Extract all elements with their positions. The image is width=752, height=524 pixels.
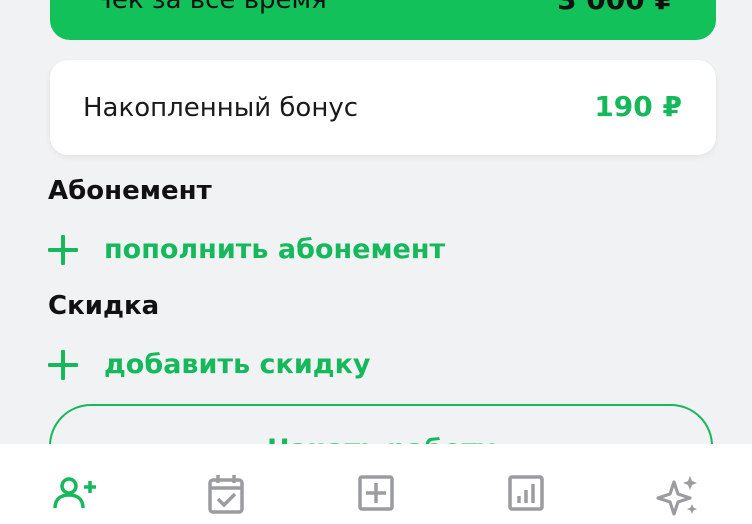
nav-item-extras[interactable] xyxy=(602,444,752,524)
nav-item-statistics[interactable] xyxy=(451,444,601,524)
nav-item-clients[interactable] xyxy=(0,444,150,524)
bonus-label: Накопленный бонус xyxy=(83,93,359,123)
discount-title: Скидка xyxy=(48,291,160,321)
add-subscription-button[interactable]: пополнить абонемент xyxy=(48,232,445,268)
bonus-value: 190 ₽ xyxy=(594,90,682,123)
summary-card-value: 3 000 ₽ xyxy=(557,0,674,16)
summary-card: Чек за всё время 3 000 ₽ xyxy=(50,0,716,40)
plus-icon xyxy=(48,235,78,265)
sparkles-icon xyxy=(656,476,697,516)
summary-card-label: Чек за всё время xyxy=(94,0,327,15)
nav-item-add[interactable] xyxy=(301,444,451,524)
bottom-navigation xyxy=(0,444,752,524)
add-discount-button[interactable]: добавить скидку xyxy=(48,347,371,383)
bonus-card: Накопленный бонус 190 ₽ xyxy=(50,60,716,155)
subscription-title: Абонемент xyxy=(48,176,212,206)
bar-chart-icon xyxy=(508,475,545,511)
add-user-icon xyxy=(53,477,97,509)
nav-item-calendar[interactable] xyxy=(150,444,300,524)
add-subscription-label: пополнить абонемент xyxy=(104,234,446,265)
plus-icon xyxy=(48,350,78,380)
calendar-check-icon xyxy=(207,475,244,514)
add-discount-label: добавить скидку xyxy=(104,349,371,380)
plus-square-icon xyxy=(358,475,394,511)
